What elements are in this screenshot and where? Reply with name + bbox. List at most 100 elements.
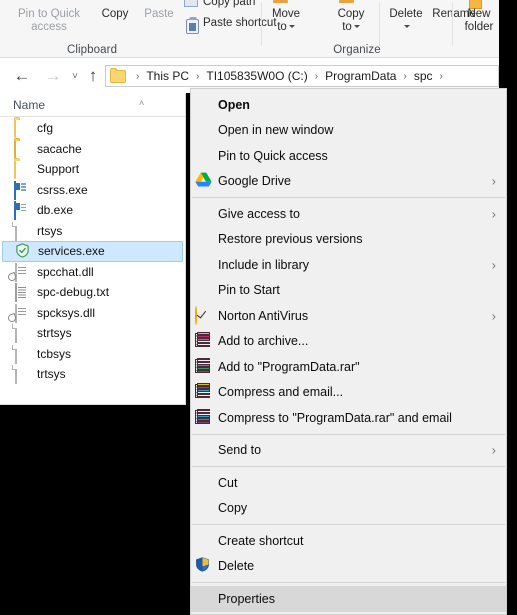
context-menu-item[interactable]: Add to "ProgramData.rar" <box>191 354 506 380</box>
ribbon-group-new: New folder <box>455 0 499 57</box>
context-menu-item[interactable]: Give access to › <box>191 201 506 227</box>
context-menu-item[interactable]: Google Drive › <box>191 169 506 195</box>
winrar-icon <box>195 357 213 376</box>
copy-to-icon <box>339 0 354 3</box>
copy-button[interactable]: Copy <box>95 8 135 21</box>
copy-path-icon <box>184 0 198 7</box>
file-name-label: spc-debug.txt <box>37 285 110 300</box>
breadcrumb-bar[interactable]: › This PC › TI105835W0O (C:) › ProgramDa… <box>105 65 499 87</box>
file-icon <box>14 324 30 344</box>
context-menu-item[interactable]: Open in new window <box>191 118 506 144</box>
column-header-name[interactable]: Name ˄ <box>0 93 185 117</box>
pin-to-quick-access-label-1: Pin to Quick <box>18 8 80 20</box>
breadcrumb-item-this-pc[interactable]: This PC <box>145 69 190 83</box>
context-menu-item[interactable]: Cut <box>191 470 506 496</box>
context-menu-item[interactable]: Compress to "ProgramData.rar" and email <box>191 405 506 431</box>
breadcrumb-separator-2: › <box>314 70 319 82</box>
file-row[interactable]: tcbsys <box>0 344 185 365</box>
file-row[interactable]: strtsys <box>0 323 185 344</box>
context-menu-item[interactable]: Copy <box>191 496 506 522</box>
context-menu-separator <box>192 433 505 435</box>
sort-ascending-icon: ˄ <box>139 98 145 108</box>
forward-button[interactable]: → <box>43 67 63 85</box>
context-menu-item-label: Norton AntiVirus <box>218 308 309 323</box>
submenu-chevron-right-icon: › <box>491 257 496 273</box>
context-menu-item[interactable]: Norton AntiVirus › <box>191 303 506 329</box>
context-menu-separator <box>192 466 505 467</box>
file-name-label: spcksys.dll <box>37 305 96 320</box>
file-row[interactable]: spc-debug.txt <box>0 282 185 303</box>
uac-shield-icon <box>195 557 213 575</box>
context-menu-item-label: Properties <box>218 591 275 606</box>
file-row-selected[interactable]: services.exe <box>2 241 183 262</box>
context-menu-item-label: Send to <box>218 443 262 458</box>
file-row[interactable]: rtsys <box>0 221 185 242</box>
delete-button[interactable]: Delete <box>383 8 429 34</box>
up-button[interactable]: ↑ <box>83 67 103 85</box>
file-row[interactable]: db.exe <box>0 200 185 221</box>
file-name-label: csrss.exe <box>37 182 88 197</box>
file-row[interactable]: cfg <box>0 118 185 139</box>
file-icon <box>14 344 30 364</box>
context-menu: Open Open in new window Pin to Quick acces… <box>190 88 507 615</box>
context-menu-item-label: Pin to Quick access <box>218 148 328 163</box>
ribbon-group-clipboard: Pin to Quick access Copy Paste Copy path… <box>0 0 277 57</box>
context-menu-item-label: Add to "ProgramData.rar" <box>218 359 360 374</box>
file-row[interactable]: Support <box>0 159 185 180</box>
ribbon-toolbar: Pin to Quick access Copy Paste Copy path… <box>0 0 499 58</box>
context-menu-item[interactable]: Pin to Quick access <box>191 143 506 169</box>
submenu-chevron-right-icon: › <box>491 206 496 222</box>
context-menu-item[interactable]: Add to archive... <box>191 329 506 355</box>
breadcrumb: › This PC › TI105835W0O (C:) › ProgramDa… <box>130 66 449 86</box>
copy-path-button[interactable]: Copy path <box>203 0 255 8</box>
breadcrumb-item-drive-c[interactable]: TI105835W0O (C:) <box>205 69 308 83</box>
context-menu-item[interactable]: Properties <box>191 586 506 612</box>
context-menu-item[interactable]: Pin to Start <box>191 278 506 304</box>
context-menu-item[interactable]: Compress and email... <box>191 380 506 406</box>
context-menu-item-label: Include in library <box>218 257 310 272</box>
move-to-chevron-down-icon[interactable] <box>288 25 295 29</box>
recent-locations-button[interactable]: ˅ <box>65 67 85 85</box>
paste-button[interactable]: Paste <box>138 8 180 21</box>
breadcrumb-item-programdata[interactable]: ProgramData <box>324 69 397 83</box>
breadcrumb-separator-3: › <box>403 70 407 82</box>
norton-icon <box>195 305 213 325</box>
context-menu-item-label: Google Drive <box>218 174 291 189</box>
delete-chevron-down-icon[interactable] <box>404 25 410 29</box>
submenu-chevron-right-icon: › <box>491 173 496 189</box>
pin-to-quick-access-button[interactable]: Pin to Quick access <box>6 8 92 34</box>
file-row[interactable]: trtsys <box>0 364 185 385</box>
breadcrumb-folder-icon <box>110 68 126 83</box>
context-menu-item[interactable]: Delete <box>191 554 506 580</box>
context-menu-item-label: Delete <box>218 559 255 574</box>
explorer-window: Pin to Quick access Copy Paste Copy path… <box>0 0 517 615</box>
new-folder-button[interactable]: New folder <box>455 8 499 34</box>
new-folder-label-1: New <box>467 8 491 20</box>
context-menu-item-label: Open in new window <box>218 123 334 138</box>
move-to-label-1: Move <box>271 8 301 20</box>
file-row[interactable]: sacache <box>0 139 185 160</box>
file-row[interactable]: spcchat.dll <box>0 262 185 283</box>
file-row[interactable]: spcksys.dll <box>0 303 185 324</box>
context-menu-item[interactable]: Open <box>191 92 506 118</box>
breadcrumb-separator-4: › <box>439 70 443 82</box>
winrar-icon <box>195 408 213 427</box>
copy-to-chevron-down-icon[interactable] <box>353 25 360 29</box>
ribbon-group-organize: Move to Copy to Delete Rename Organize <box>262 0 476 57</box>
file-name-label: spcchat.dll <box>37 264 94 279</box>
context-menu-item[interactable]: Send to › <box>191 438 506 464</box>
context-menu-item-label: Give access to <box>218 206 300 221</box>
file-row[interactable]: csrss.exe <box>0 180 185 201</box>
green-shield-icon <box>15 243 31 259</box>
move-to-button[interactable]: Move to <box>262 8 310 34</box>
application-icon <box>14 180 30 200</box>
gdrive-icon <box>195 172 213 190</box>
context-menu-item[interactable]: Include in library › <box>191 252 506 278</box>
file-list-pane: Name ˄ cfg sacache Support csrss.exe db.exe r… <box>0 93 186 405</box>
breadcrumb-item-spc[interactable]: spc <box>413 69 434 83</box>
file-name-label: tcbsys <box>37 346 72 361</box>
back-button[interactable]: ← <box>12 67 32 85</box>
copy-to-button[interactable]: Copy to <box>328 8 374 34</box>
context-menu-item[interactable]: Create shortcut <box>191 528 506 554</box>
context-menu-item[interactable]: Restore previous versions <box>191 227 506 253</box>
